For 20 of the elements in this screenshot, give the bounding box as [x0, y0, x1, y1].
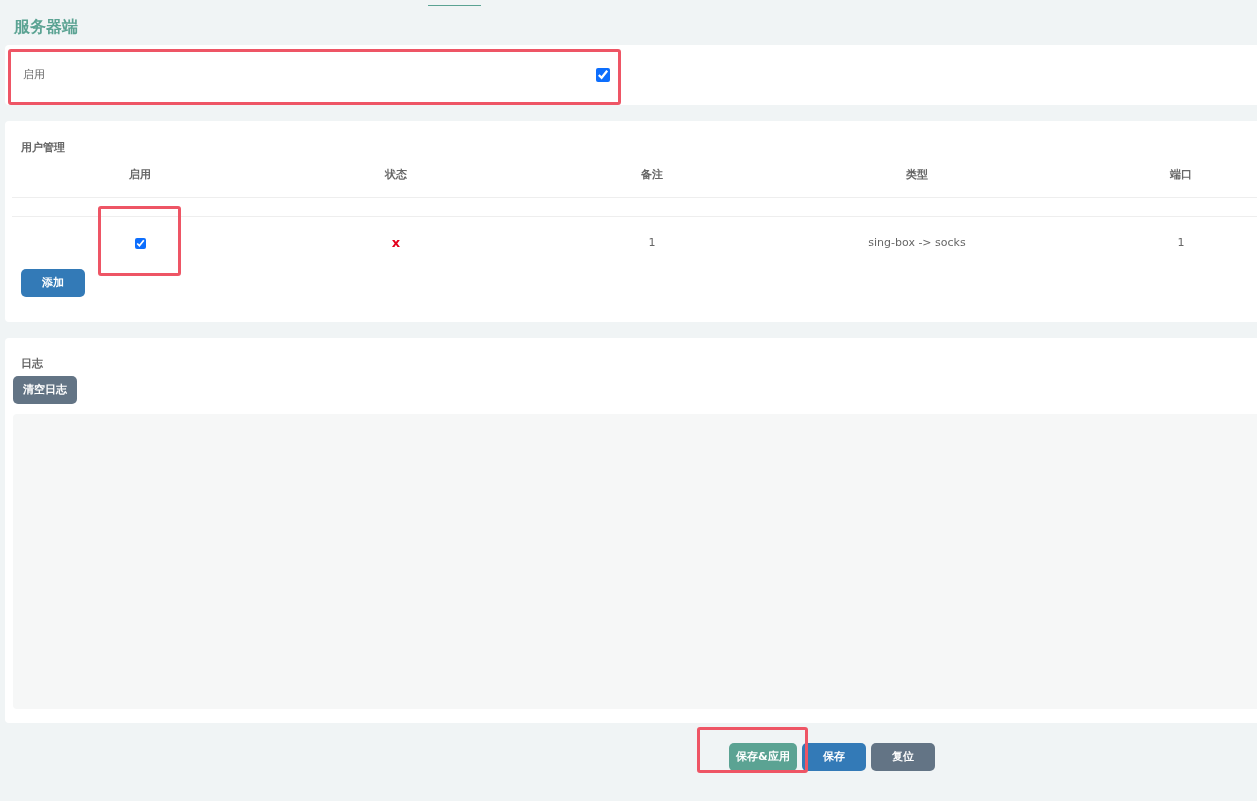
add-button[interactable]: 添加 — [21, 269, 85, 298]
section-title: 用户管理 — [21, 141, 65, 154]
column-header: 启用 — [129, 167, 151, 184]
column-header: 类型 — [906, 167, 928, 184]
column-header: 备注 — [641, 167, 663, 184]
table-cell-text: 1 — [648, 234, 656, 251]
column-header: 端口 — [1170, 167, 1192, 184]
field-label: 启用 — [23, 66, 45, 83]
page-title: 服务器端 — [14, 17, 78, 36]
section-title: 日志 — [21, 357, 43, 370]
clear-log-button[interactable]: 清空日志 — [13, 376, 77, 405]
table-cell-text: 1 — [1177, 234, 1185, 251]
apply-button[interactable]: 保存&应用 — [729, 743, 797, 771]
save-button[interactable]: 保存 — [801, 743, 866, 771]
checkbox[interactable] — [134, 237, 146, 249]
column-header: 状态 — [385, 167, 407, 184]
checkbox[interactable] — [596, 68, 610, 82]
status-mark: x — [391, 234, 401, 253]
table-cell-text: sing-box -> socks — [868, 234, 966, 251]
reset-button[interactable]: 复位 — [870, 743, 935, 771]
